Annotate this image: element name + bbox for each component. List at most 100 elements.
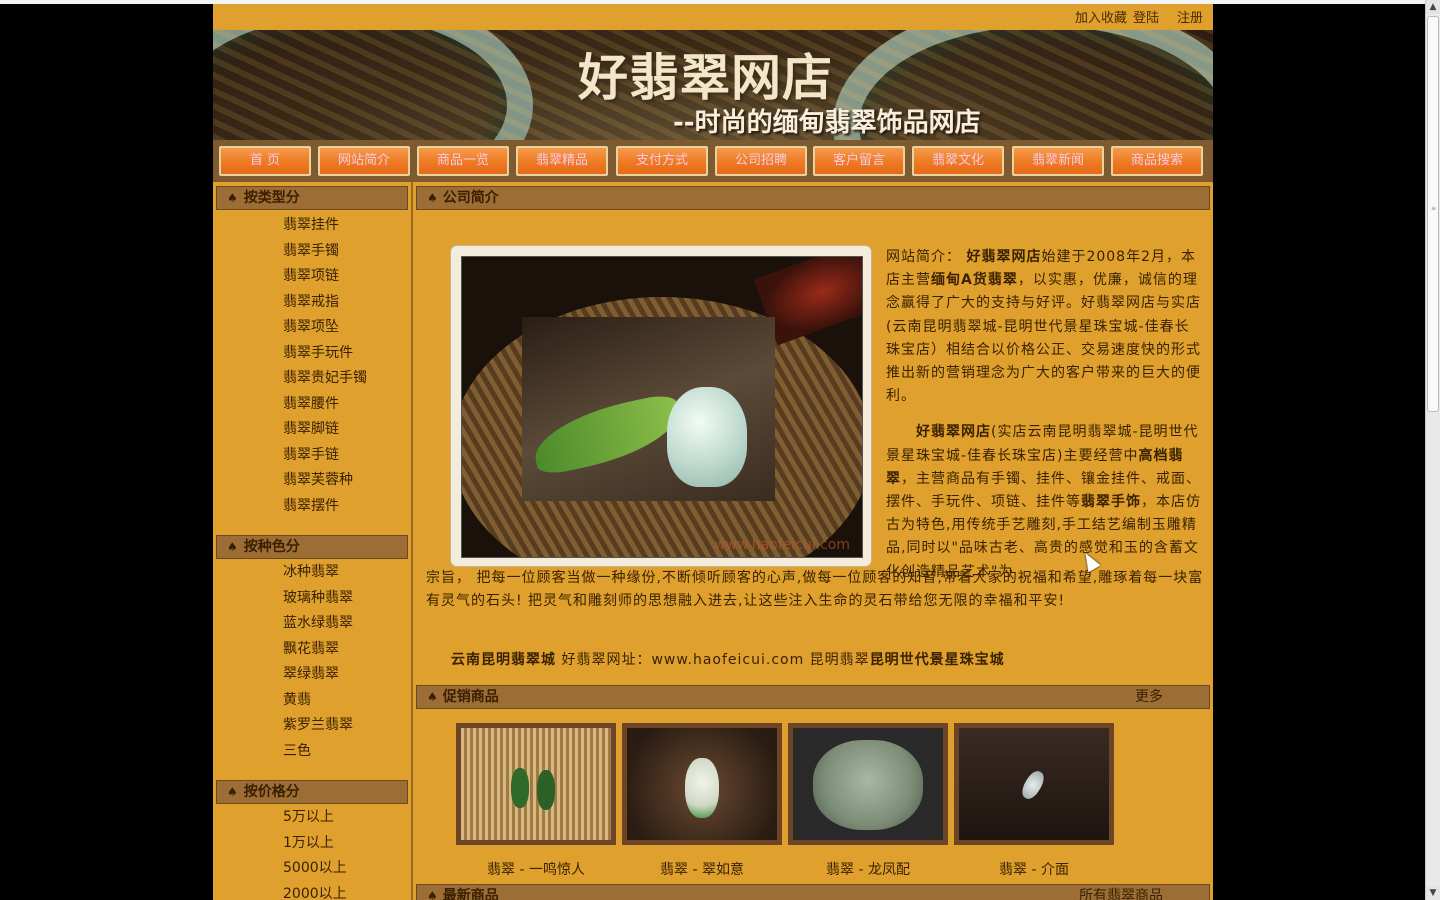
category-price-header: ♠ 按价格分 <box>216 780 408 804</box>
main-content: ♠ 公司简介 www.haofeicui.com 网站简介： 好翡翠网店始建于20… <box>416 182 1213 900</box>
category-item[interactable]: 翡翠手镯 <box>283 239 409 265</box>
address-mall: 昆明世代景星珠宝城 <box>869 652 1005 668</box>
product-name[interactable]: 翡翠 - 翠如意 <box>622 859 782 879</box>
category-item[interactable]: 5万以上 <box>283 805 409 831</box>
login-link[interactable]: 登陆 <box>1133 11 1159 26</box>
product-image[interactable] <box>788 723 948 845</box>
site-subtitle: --时尚的缅甸翡翠饰品网店 <box>673 108 981 138</box>
product-card[interactable]: 翡翠 - 一鸣惊人 <box>456 723 616 879</box>
category-item[interactable]: 翡翠芙蓉种 <box>283 468 409 494</box>
jade-buddha-pendant <box>667 387 747 487</box>
club-icon: ♠ <box>227 540 238 554</box>
product-card[interactable]: 翡翠 - 介面 <box>954 723 1114 879</box>
site-title: 好翡翠网店 <box>578 49 833 107</box>
intro-brand: 好翡翠网店 <box>966 249 1042 265</box>
category-item[interactable]: 2000以上 <box>283 882 409 900</box>
jade-buddha-inset <box>522 317 775 501</box>
grip-icon: ≡ <box>1431 205 1437 212</box>
register-link[interactable]: 注册 <box>1177 11 1203 26</box>
category-item[interactable]: 1万以上 <box>283 831 409 857</box>
category-item[interactable]: 翡翠戒指 <box>283 290 409 316</box>
product-name[interactable]: 翡翠 - 介面 <box>954 859 1114 879</box>
nav-home[interactable]: 首 页 <box>219 146 311 176</box>
club-icon: ♠ <box>227 191 238 205</box>
top-links-bar: 加入收藏 登陆 注册 <box>213 4 1213 31</box>
product-card[interactable]: 翡翠 - 龙凤配 <box>788 723 948 879</box>
green-leaf <box>527 392 687 477</box>
category-price-title: 按价格分 <box>243 784 300 800</box>
category-color-title: 按种色分 <box>243 539 300 555</box>
product-image[interactable] <box>622 723 782 845</box>
address-city: 云南昆明翡翠城 <box>451 652 556 668</box>
category-item[interactable]: 翡翠手链 <box>283 443 409 469</box>
category-type-header: ♠ 按类型分 <box>216 186 408 210</box>
intro-paragraph-2: 好翡翠网店(实店云南昆明翡翠城-昆明世代景星珠宝城-佳春长珠宝店)主要经营中高档… <box>886 421 1201 583</box>
latest-title: 最新商品 <box>442 888 499 900</box>
category-item[interactable]: 三色 <box>283 739 409 765</box>
product-card[interactable]: 翡翠 - 翠如意 <box>622 723 782 879</box>
club-icon: ♠ <box>427 191 438 205</box>
promo-products: 翡翠 - 一鸣惊人 翡翠 - 翠如意 翡翠 - 龙凤配 翡翠 - 介面 <box>456 723 1136 883</box>
product-name[interactable]: 翡翠 - 龙凤配 <box>788 859 948 879</box>
intro-highlight: 翡翠手饰 <box>1081 494 1141 511</box>
category-item[interactable]: 翡翠手玩件 <box>283 341 409 367</box>
category-item[interactable]: 翠绿翡翠 <box>283 662 409 688</box>
intro-text: ，以实惠，优廉，诚信的理念赢得了广大的支持与好评。好翡翠网店与实店(云南昆明翡翠… <box>886 272 1201 405</box>
category-item[interactable]: 5000以上 <box>283 856 409 882</box>
intro-highlight: 缅甸A货翡翠 <box>931 272 1018 289</box>
category-item[interactable]: 翡翠挂件 <box>283 213 409 239</box>
category-item[interactable]: 蓝水绿翡翠 <box>283 611 409 637</box>
address-url: 好翡翠网址：www.haofeicui.com 昆明翡翠 <box>556 652 870 668</box>
category-item[interactable]: 翡翠腰件 <box>283 392 409 418</box>
category-color-list: 冰种翡翠 玻璃种翡翠 蓝水绿翡翠 飘花翡翠 翠绿翡翠 黄翡 紫罗兰翡翠 三色 <box>283 560 409 764</box>
nav-about[interactable]: 网站简介 <box>318 146 410 176</box>
shop-address: 云南昆明翡翠城 好翡翠网址：www.haofeicui.com 昆明翡翠昆明世代… <box>451 649 1005 669</box>
club-icon: ♠ <box>427 889 438 900</box>
product-name[interactable]: 翡翠 - 一鸣惊人 <box>456 859 616 879</box>
add-favorite-link[interactable]: 加入收藏 <box>1075 11 1127 26</box>
category-item[interactable]: 黄翡 <box>283 688 409 714</box>
category-type-title: 按类型分 <box>243 190 300 206</box>
nav-search[interactable]: 商品搜索 <box>1111 146 1203 176</box>
nav-jobs[interactable]: 公司招聘 <box>715 146 807 176</box>
about-title: 公司简介 <box>442 190 499 206</box>
product-image[interactable] <box>456 723 616 845</box>
category-color-header: ♠ 按种色分 <box>216 535 408 559</box>
scroll-up-arrow-icon[interactable]: ▲ <box>1426 0 1440 14</box>
site-banner: 好翡翠网店 --时尚的缅甸翡翠饰品网店 <box>213 30 1213 140</box>
category-item[interactable]: 玻璃种翡翠 <box>283 586 409 612</box>
main-nav: 首 页 网站简介 商品一览 翡翠精品 支付方式 公司招聘 客户留言 翡翠文化 翡… <box>213 140 1213 182</box>
intro-continuation: 宗旨， 把每一位顾客当做一种缘份,不断倾听顾客的心声,做每一位顾客的知音,带着大… <box>426 570 1204 610</box>
promo-more-link[interactable]: 更多 <box>1135 686 1163 708</box>
product-image[interactable] <box>954 723 1114 845</box>
category-price-list: 5万以上 1万以上 5000以上 2000以上 <box>283 805 409 900</box>
category-item[interactable]: 翡翠项链 <box>283 264 409 290</box>
category-item[interactable]: 翡翠项坠 <box>283 315 409 341</box>
category-item[interactable]: 飘花翡翠 <box>283 637 409 663</box>
about-header: ♠ 公司简介 <box>416 186 1210 210</box>
vertical-scrollbar[interactable]: ▲ ≡ ▼ <box>1425 0 1440 900</box>
scrollbar-thumb[interactable]: ≡ <box>1427 16 1439 412</box>
category-item[interactable]: 冰种翡翠 <box>283 560 409 586</box>
category-item[interactable]: 紫罗兰翡翠 <box>283 713 409 739</box>
promo-title: 促销商品 <box>442 689 499 705</box>
nav-news[interactable]: 翡翠新闻 <box>1012 146 1104 176</box>
nav-guestbook[interactable]: 客户留言 <box>813 146 905 176</box>
category-item[interactable]: 翡翠脚链 <box>283 417 409 443</box>
company-intro: 网站简介： 好翡翠网店始建于2008年2月，本店主营缅甸A货翡翠，以实惠，优廉，… <box>886 246 1201 597</box>
nav-culture[interactable]: 翡翠文化 <box>912 146 1004 176</box>
shop-photo-frame: www.haofeicui.com <box>451 246 871 566</box>
intro-label: 网站简介： <box>886 249 961 265</box>
scroll-down-arrow-icon[interactable]: ▼ <box>1426 886 1440 900</box>
promo-header: ♠ 促销商品 更多 <box>416 685 1210 709</box>
intro-paragraph-1: 网站简介： 好翡翠网店始建于2008年2月，本店主营缅甸A货翡翠，以实惠，优廉，… <box>886 246 1201 408</box>
latest-header: ♠ 最新商品 所有翡翠商品 <box>416 884 1210 900</box>
category-item[interactable]: 翡翠贵妃手镯 <box>283 366 409 392</box>
nav-premium[interactable]: 翡翠精品 <box>516 146 608 176</box>
category-item[interactable]: 翡翠摆件 <box>283 494 409 520</box>
top-links: 加入收藏 登陆 注册 <box>1069 7 1203 26</box>
club-icon: ♠ <box>427 690 438 704</box>
nav-products[interactable]: 商品一览 <box>417 146 509 176</box>
nav-payment[interactable]: 支付方式 <box>616 146 708 176</box>
latest-all-link[interactable]: 所有翡翠商品 <box>1079 885 1163 900</box>
